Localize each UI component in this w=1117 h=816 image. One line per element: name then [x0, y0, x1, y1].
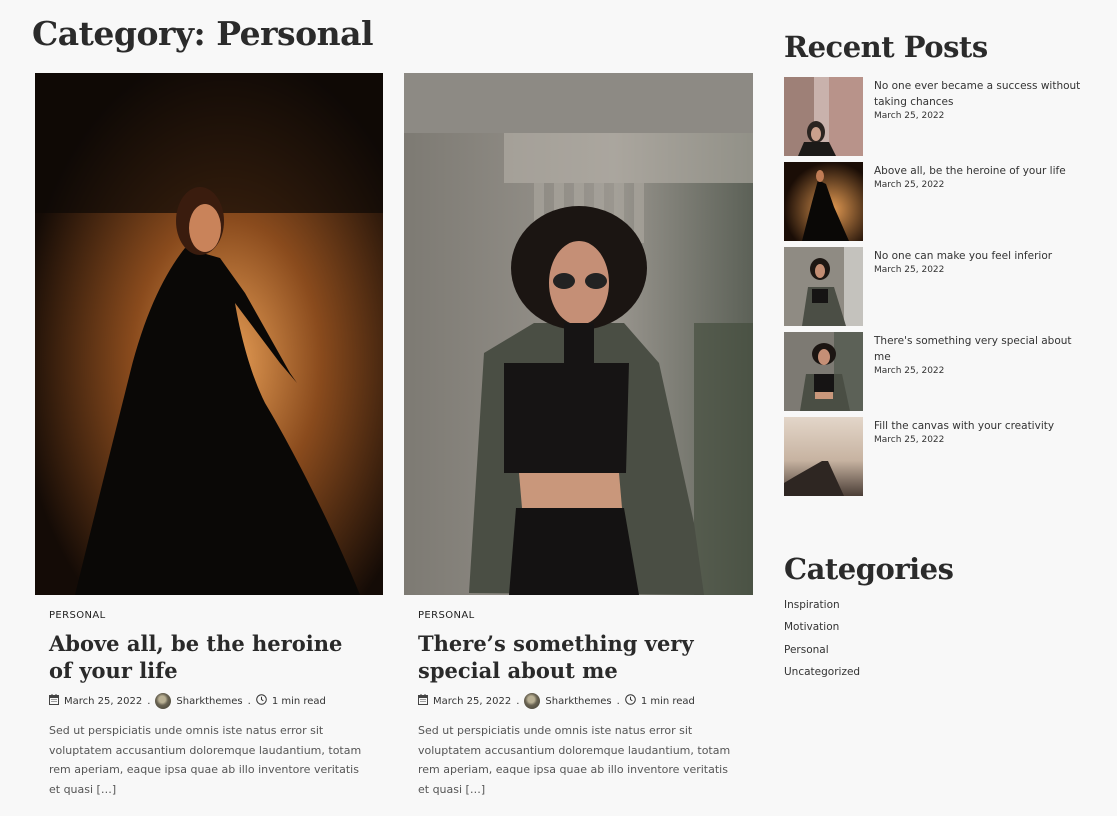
post-meta: March 25, 2022 . Sharkthemes . 1 min rea…	[49, 693, 369, 709]
separator: .	[616, 695, 620, 707]
post-excerpt: Sed ut perspiciatis unde omnis iste natu…	[49, 724, 362, 796]
recent-posts-list: No one ever became a success without tak…	[784, 77, 1094, 502]
post-category[interactable]: PERSONAL	[418, 610, 739, 621]
recent-post-item: Fill the canvas with your creativity Mar…	[784, 417, 1094, 502]
recent-post-title[interactable]: No one can make you feel inferior	[874, 248, 1089, 264]
recent-posts-widget: Recent Posts No one ever became a succes…	[784, 30, 1094, 502]
post-author[interactable]: Sharkthemes	[545, 696, 611, 707]
categories-list: Inspiration Motivation Personal Uncatego…	[784, 599, 1084, 688]
clock-icon	[256, 694, 267, 708]
recent-post-thumbnail[interactable]	[784, 332, 863, 411]
page-title: Category: Personal	[32, 14, 374, 53]
recent-post-thumbnail[interactable]	[784, 77, 863, 156]
post-category[interactable]: PERSONAL	[49, 610, 369, 621]
post-date[interactable]: March 25, 2022	[64, 696, 142, 707]
recent-post-date: March 25, 2022	[874, 111, 945, 121]
recent-post-item: No one can make you feel inferior March …	[784, 247, 1094, 332]
separator: .	[247, 695, 251, 707]
recent-post-date: March 25, 2022	[874, 180, 945, 190]
recent-post-item: Above all, be the heroine of your life M…	[784, 162, 1094, 247]
recent-post-item: No one ever became a success without tak…	[784, 77, 1094, 162]
post-title[interactable]: Above all, be the heroine of your life	[49, 630, 369, 684]
clock-icon	[625, 694, 636, 708]
post-thumbnail[interactable]	[35, 73, 383, 595]
read-time: 1 min read	[640, 695, 695, 707]
recent-post-title[interactable]: Above all, be the heroine of your life	[874, 163, 1089, 179]
avatar[interactable]	[524, 693, 541, 709]
read-time: 1 min read	[271, 695, 326, 707]
recent-post-thumbnail[interactable]	[784, 247, 863, 326]
widget-title: Categories	[784, 552, 954, 586]
post-title[interactable]: There’s something very special about me	[418, 630, 739, 684]
avatar[interactable]	[155, 693, 172, 709]
recent-post-thumbnail[interactable]	[784, 417, 863, 496]
recent-post-date: March 25, 2022	[874, 435, 945, 445]
category-link[interactable]: Uncategorized	[784, 666, 1084, 688]
post-meta: March 25, 2022 . Sharkthemes . 1 min rea…	[418, 693, 739, 709]
post-thumbnail[interactable]	[404, 73, 753, 595]
recent-post-title[interactable]: Fill the canvas with your creativity	[874, 418, 1089, 434]
post-excerpt: Sed ut perspiciatis unde omnis iste natu…	[418, 724, 731, 796]
recent-post-thumbnail[interactable]	[784, 162, 863, 241]
post-author[interactable]: Sharkthemes	[176, 696, 242, 707]
category-link[interactable]: Inspiration	[784, 599, 1084, 621]
post-card: PERSONAL Above all, be the heroine of yo…	[35, 73, 383, 799]
widget-title: Recent Posts	[784, 30, 988, 64]
post-card: PERSONAL There’s something very special …	[404, 73, 753, 799]
recent-post-item: There's something very special about me …	[784, 332, 1094, 417]
separator: .	[516, 695, 520, 707]
recent-post-date: March 25, 2022	[874, 366, 945, 376]
calendar-icon	[49, 694, 59, 708]
category-link[interactable]: Motivation	[784, 621, 1084, 643]
post-date[interactable]: March 25, 2022	[433, 696, 511, 707]
calendar-icon	[418, 694, 428, 708]
category-link[interactable]: Personal	[784, 644, 1084, 666]
recent-post-title[interactable]: No one ever became a success without tak…	[874, 78, 1089, 110]
recent-post-date: March 25, 2022	[874, 265, 945, 275]
separator: .	[147, 695, 151, 707]
categories-widget: Categories Inspiration Motivation Person…	[784, 552, 1084, 688]
recent-post-title[interactable]: There's something very special about me	[874, 333, 1089, 365]
